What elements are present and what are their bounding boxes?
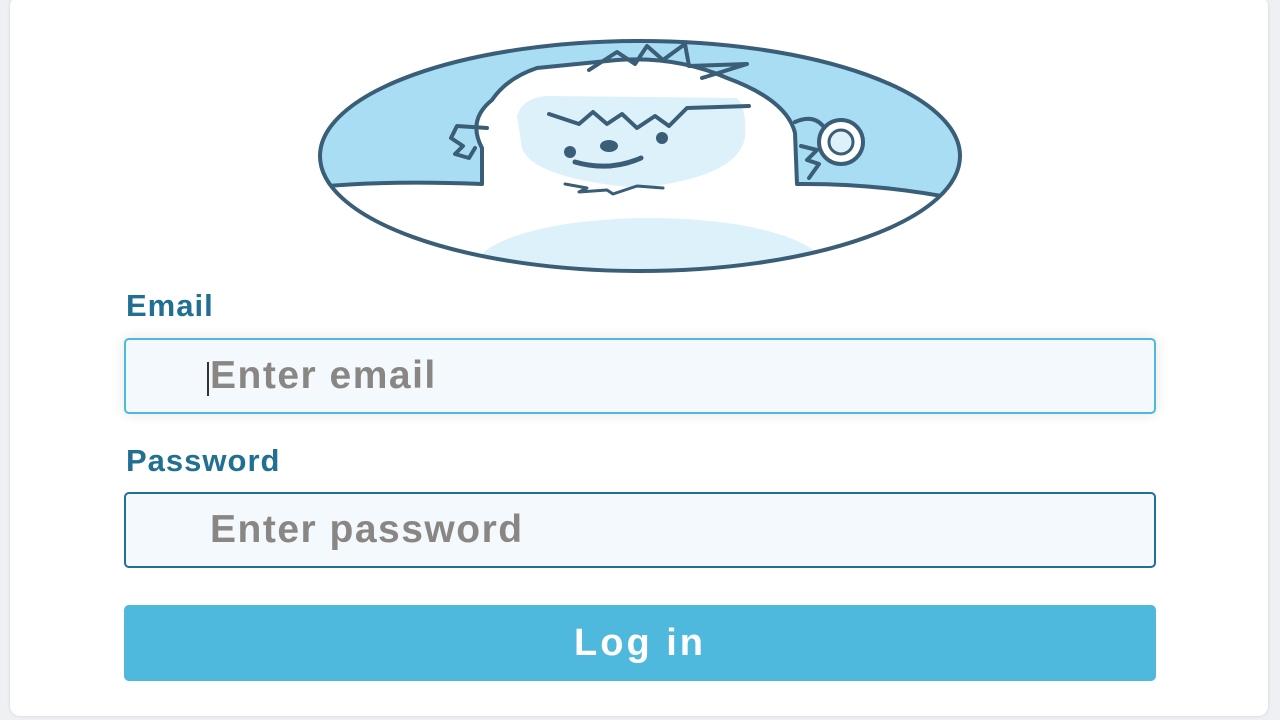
yeti-avatar-icon — [318, 39, 962, 273]
text-cursor — [207, 362, 209, 396]
login-card: Email Password Log in — [10, 0, 1268, 716]
email-input[interactable] — [124, 338, 1156, 414]
password-input[interactable] — [124, 492, 1156, 568]
email-label: Email — [126, 288, 214, 323]
password-label: Password — [126, 443, 281, 478]
login-button[interactable]: Log in — [124, 605, 1156, 681]
